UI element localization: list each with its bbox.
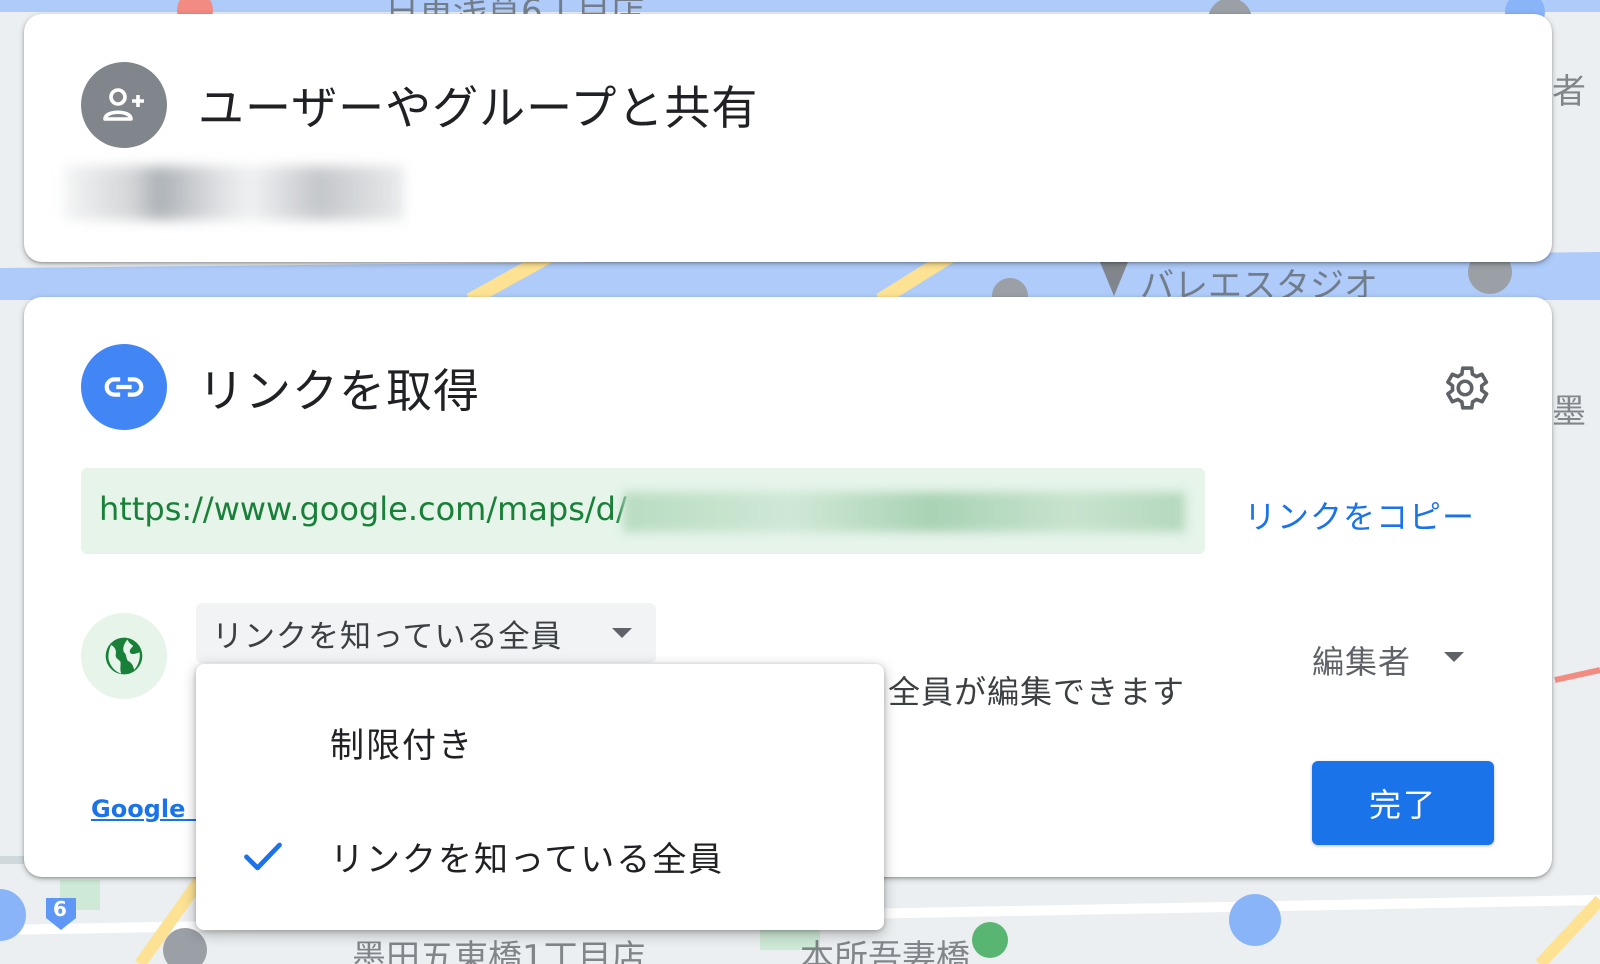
role-select[interactable]: 編集者 [1294,633,1484,683]
map-label-bottom-right: 本所吾妻橋 [800,938,970,964]
route-number: 6 [53,897,67,921]
share-url-text: https://www.google.com/maps/d/ [99,490,627,528]
owner-info-blurred [64,166,404,220]
map-label-right-2: 墨 [1552,392,1586,432]
map-label-bottom-left: 墨田五東橋1丁目店 [352,938,646,964]
dropdown-item-anyone-with-link[interactable]: リンクを知っている全員 [196,804,884,904]
get-link-title: リンクを取得 [198,364,480,418]
link-icon-svg [104,377,144,397]
globe-icon-svg [105,637,143,675]
dropdown-item-label: 制限付き [330,726,474,766]
access-level-label: リンクを知っている全員 [212,618,563,655]
chevron-down-icon [612,628,632,638]
gear-icon[interactable] [1438,361,1492,415]
gear-icon-svg [1446,366,1489,410]
share-with-people-card[interactable]: ユーザーやグループと共有 [24,14,1552,262]
link-icon [81,344,167,430]
dropdown-item-label: リンクを知っている全員 [330,840,725,880]
share-url-field[interactable]: https://www.google.com/maps/d/ [81,468,1205,554]
map-label-right-1: 者 [1552,72,1586,112]
globe-icon [81,613,167,699]
check-icon [244,842,282,871]
role-label: 編集者 [1312,643,1412,681]
share-url-blurred [623,492,1185,532]
access-level-dropdown: 制限付き リンクを知っている全員 [196,664,884,930]
person-add-icon-svg [103,88,144,121]
done-button[interactable]: 完了 [1312,761,1494,845]
person-add-icon [81,62,167,148]
dropdown-item-restricted[interactable]: 制限付き [196,690,884,790]
chevron-down-icon [1444,652,1464,662]
share-title: ユーザーやグループと共有 [198,81,759,135]
access-description: 全員が編集できます [888,673,1186,711]
access-level-select[interactable]: リンクを知っている全員 [196,603,656,663]
copy-link-button[interactable]: リンクをコピー [1244,492,1475,538]
